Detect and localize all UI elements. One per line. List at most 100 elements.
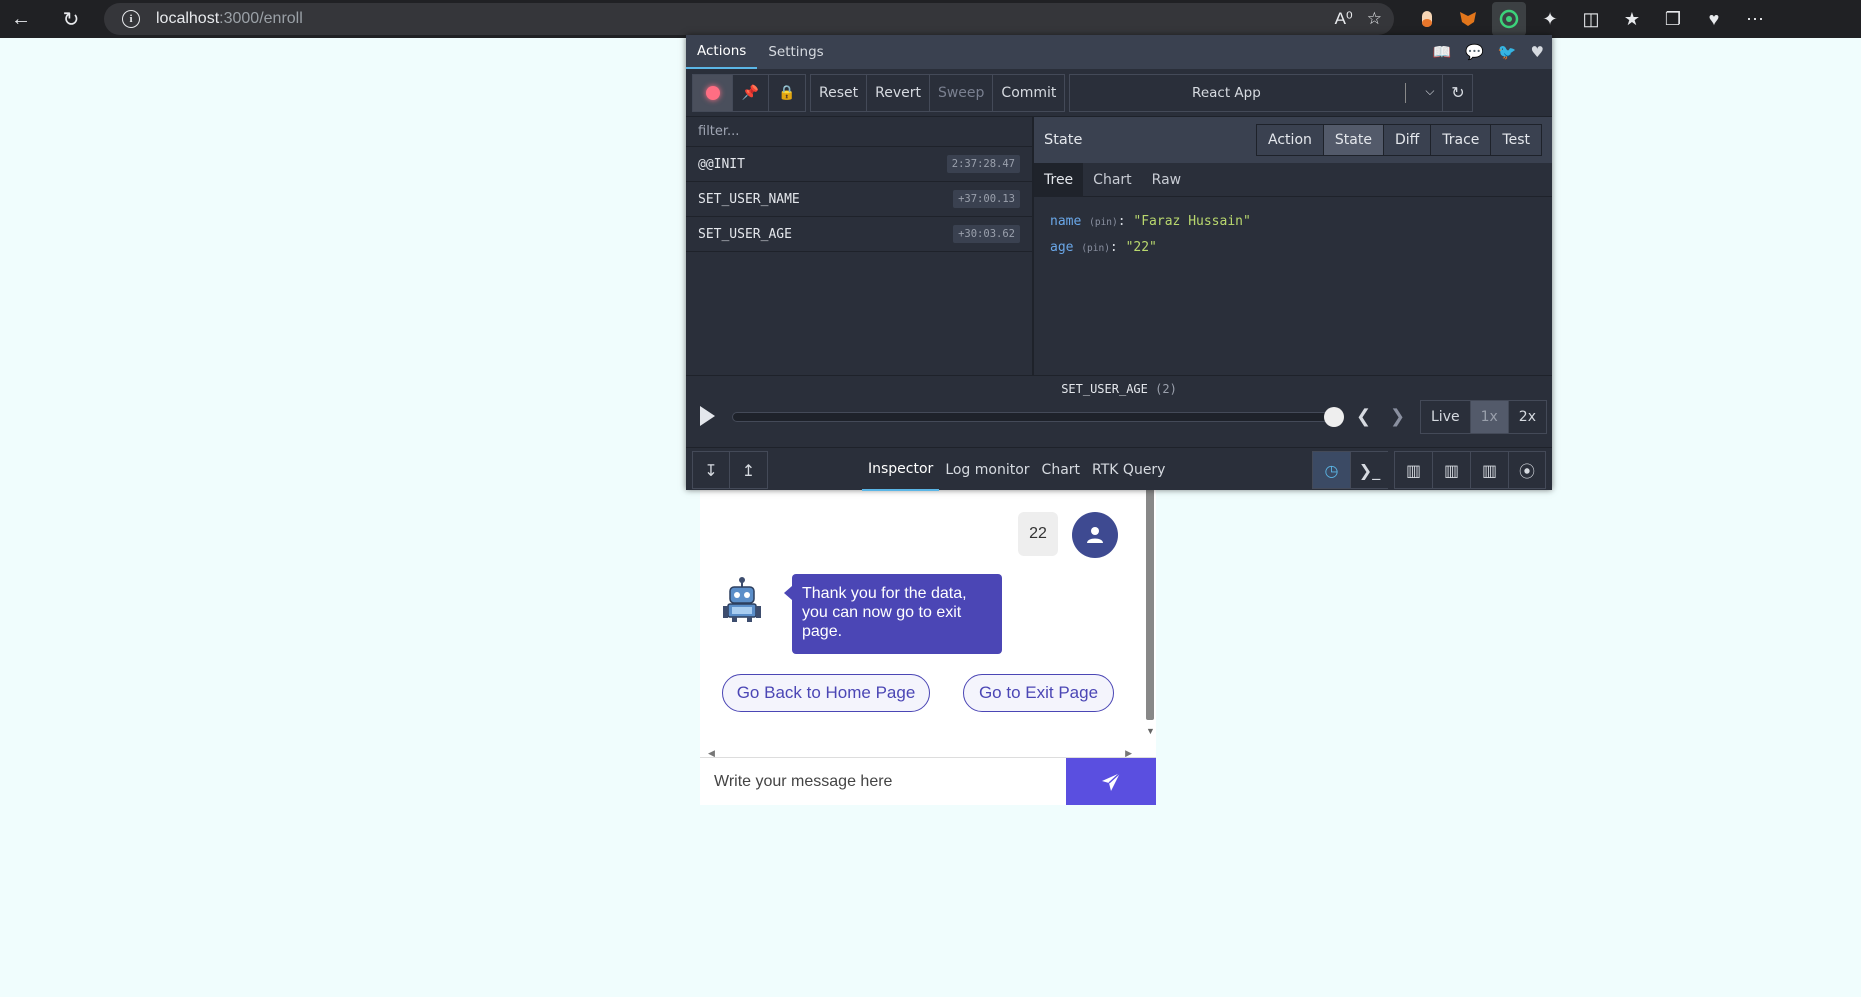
monitor-rtk-query[interactable]: RTK Query (1086, 448, 1171, 491)
action-type: SET_USER_NAME (698, 191, 800, 207)
read-aloud-icon[interactable]: A⁰ (1335, 9, 1353, 29)
sync-icon[interactable]: ↻ (1443, 73, 1474, 112)
scroll-down-arrow-icon[interactable]: ▼ (1146, 726, 1155, 736)
layout-left-icon[interactable]: ▥ (1394, 451, 1432, 489)
address-bar[interactable]: i localhost:3000/enroll A⁰ ☆ (104, 3, 1394, 35)
instance-select[interactable]: React App ⌵ (1069, 73, 1444, 112)
action-count: (2) (1155, 382, 1177, 396)
action-row[interactable]: SET_USER_AGE +30:03.62 (686, 217, 1032, 252)
more-menu-icon[interactable]: ⋯ (1738, 2, 1772, 36)
view-tabs: Tree Chart Raw (1034, 162, 1552, 197)
current-action: SET_USER_AGE (1061, 382, 1148, 396)
bot-avatar-icon (720, 576, 764, 622)
split-screen-icon[interactable]: ◫ (1574, 2, 1608, 36)
action-type: SET_USER_AGE (698, 226, 792, 242)
browser-essentials-icon[interactable]: ♥ (1697, 2, 1731, 36)
dispatcher-terminal-icon[interactable]: ❯_ (1350, 451, 1388, 489)
state-value: "Faraz Hussain" (1133, 214, 1251, 229)
speed-1x[interactable]: 1x (1470, 401, 1509, 433)
refresh-icon[interactable]: ↻ (54, 2, 88, 36)
step-forward-icon[interactable]: ❯ (1390, 406, 1405, 427)
lock-icon[interactable]: 🔒 (769, 75, 805, 111)
mode-test[interactable]: Test (1491, 125, 1541, 155)
state-key: age (1050, 240, 1074, 255)
user-avatar-icon (1072, 512, 1118, 558)
instance-name: React App (1192, 84, 1261, 101)
collections-icon[interactable]: ❐ (1656, 2, 1690, 36)
devtools-body: @@INIT 2:37:28.47 SET_USER_NAME +37:00.1… (686, 117, 1552, 375)
discord-chat-icon[interactable]: 💬 (1465, 43, 1484, 61)
step-back-icon[interactable]: ❮ (1356, 406, 1371, 427)
url-path: :3000/enroll (219, 10, 303, 27)
action-list-pane: @@INIT 2:37:28.47 SET_USER_NAME +37:00.1… (686, 117, 1034, 375)
devtools-toolbar: 📌 🔒 Reset Revert Sweep Commit React App … (686, 69, 1552, 117)
browser-toolbar: ← ↻ i localhost:3000/enroll A⁰ ☆ ✦ ◫ ★ ❐… (0, 0, 1861, 38)
view-chart[interactable]: Chart (1083, 163, 1141, 197)
view-raw[interactable]: Raw (1142, 163, 1191, 197)
message-input[interactable] (700, 758, 1066, 805)
send-button[interactable] (1066, 758, 1156, 805)
divider (1405, 82, 1407, 103)
state-entry[interactable]: name (pin): "Faraz Hussain" (1050, 209, 1536, 235)
pin-link[interactable]: (pin) (1089, 217, 1118, 228)
revert-button[interactable]: Revert (867, 74, 930, 111)
export-icon[interactable]: ↥ (730, 451, 768, 489)
record-button[interactable] (693, 74, 733, 111)
metamask-fox-icon[interactable] (1451, 2, 1485, 36)
extensions-puzzle-icon[interactable]: ✦ (1533, 2, 1567, 36)
inspector-title: State (1044, 132, 1083, 148)
tab-settings[interactable]: Settings (757, 35, 834, 69)
go-exit-button[interactable]: Go to Exit Page (963, 674, 1114, 712)
record-dot-icon (705, 85, 720, 100)
favorites-icon[interactable]: ★ (1615, 2, 1649, 36)
pin-icon[interactable]: 📌 (733, 74, 769, 111)
extension-capsule-icon[interactable] (1410, 2, 1444, 36)
reset-button[interactable]: Reset (811, 74, 868, 111)
monitor-inspector[interactable]: Inspector (862, 448, 940, 491)
monitor-chart[interactable]: Chart (1036, 448, 1086, 491)
sweep-button[interactable]: Sweep (930, 74, 994, 111)
time-travel-slider: SET_USER_AGE (2) ❮ ❯ Live 1x 2x (686, 375, 1552, 447)
layout-right-icon[interactable]: ▥ (1432, 451, 1470, 489)
import-icon[interactable]: ↧ (692, 451, 730, 489)
playback-speed: Live 1x 2x (1420, 400, 1547, 434)
mode-diff[interactable]: Diff (1384, 125, 1432, 155)
view-tree[interactable]: Tree (1034, 162, 1084, 197)
commit-button[interactable]: Commit (993, 75, 1064, 111)
mode-action[interactable]: Action (1257, 125, 1324, 155)
slider-label: SET_USER_AGE (2) (686, 382, 1552, 396)
site-info-icon[interactable]: i (122, 10, 140, 28)
speed-2x[interactable]: 2x (1509, 401, 1546, 433)
message-input-row (700, 757, 1156, 805)
devtools-tabs: Actions Settings 📖 💬 🐦 ♥ (686, 35, 1552, 69)
action-type: @@INIT (698, 156, 745, 172)
action-time: +37:00.13 (953, 190, 1020, 208)
persist-timer-icon[interactable]: ◷ (1312, 451, 1350, 489)
pin-link[interactable]: (pin) (1081, 243, 1110, 254)
action-row[interactable]: @@INIT 2:37:28.47 (686, 147, 1032, 182)
monitor-log[interactable]: Log monitor (939, 448, 1035, 491)
remote-broadcast-icon[interactable]: ⦿ (1508, 451, 1546, 489)
go-home-button[interactable]: Go Back to Home Page (722, 674, 930, 712)
twitter-icon[interactable]: 🐦 (1498, 43, 1517, 61)
slider-handle[interactable] (1324, 407, 1344, 427)
inspector-pane: State Action State Diff Trace Test Tree … (1034, 117, 1552, 375)
mode-state[interactable]: State (1323, 125, 1384, 155)
chevron-down-icon[interactable]: ⌵ (1425, 84, 1434, 99)
filter-input[interactable] (698, 124, 998, 139)
redux-devtools-extension-icon[interactable] (1492, 2, 1526, 36)
layout-bottom-icon[interactable]: ▥ (1470, 451, 1508, 489)
favorite-star-icon[interactable]: ☆ (1367, 9, 1382, 29)
sponsor-heart-icon[interactable]: ♥ (1531, 43, 1544, 61)
state-tree: name (pin): "Faraz Hussain" age (pin): "… (1034, 197, 1552, 273)
state-entry[interactable]: age (pin): "22" (1050, 235, 1536, 261)
docs-book-icon[interactable]: 📖 (1432, 43, 1451, 61)
speed-live[interactable]: Live (1421, 401, 1471, 433)
back-arrow-icon[interactable]: ← (4, 2, 38, 36)
play-icon[interactable] (700, 406, 715, 426)
mode-trace[interactable]: Trace (1431, 125, 1492, 155)
slider-track[interactable] (732, 412, 1332, 422)
devtools-footer: ↧ ↥ Inspector Log monitor Chart RTK Quer… (686, 447, 1552, 491)
action-row[interactable]: SET_USER_NAME +37:00.13 (686, 182, 1032, 217)
tab-actions[interactable]: Actions (686, 35, 758, 69)
